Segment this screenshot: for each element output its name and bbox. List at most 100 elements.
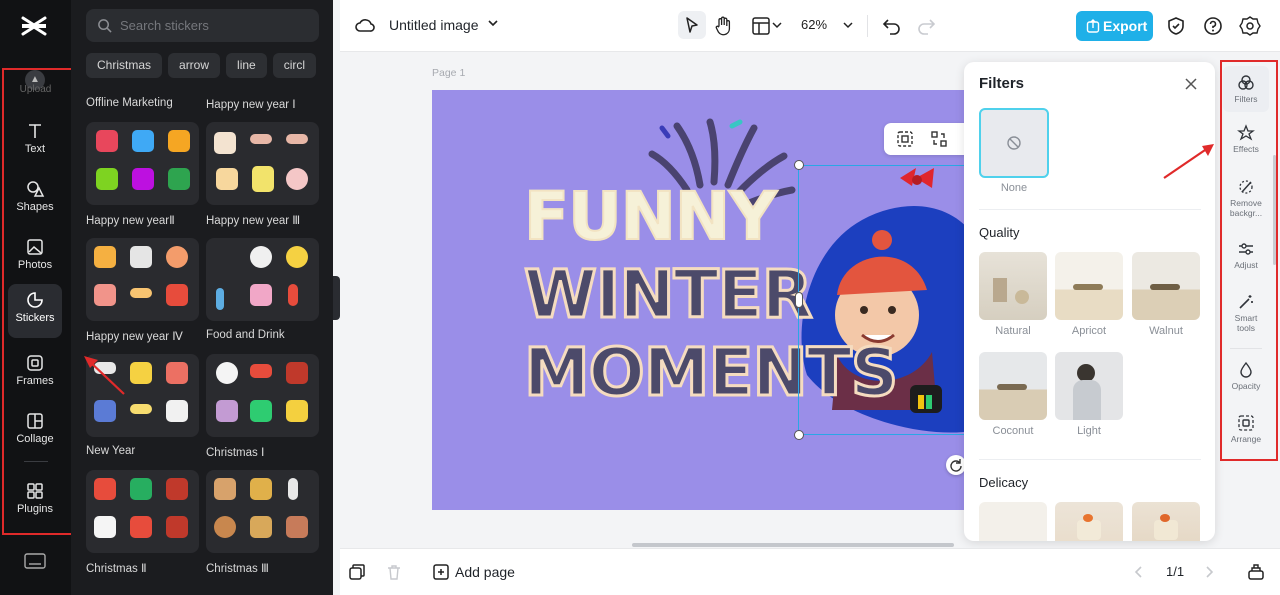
right-rail-filters[interactable]: Filters [1223, 66, 1269, 112]
rail-item-photos[interactable]: Photos [8, 231, 62, 285]
right-rail-remove-background[interactable]: Remove backgr... [1223, 178, 1269, 218]
settings-gear-icon[interactable] [1239, 15, 1261, 37]
section-title: Happy new yearⅡ [86, 215, 175, 227]
headline-line-1[interactable]: FUNNY [523, 177, 778, 256]
keyboard-shortcuts-icon[interactable] [24, 553, 46, 569]
section-title: Offline Marketing [86, 97, 173, 109]
rotate-handle[interactable] [946, 455, 966, 475]
zoom-level[interactable]: 62% [801, 17, 827, 32]
effects-icon [1237, 124, 1255, 141]
chevron-down-icon[interactable] [486, 16, 500, 30]
page-counter: 1/1 [1166, 564, 1185, 579]
replace-icon[interactable] [930, 130, 948, 148]
filter-none[interactable] [979, 108, 1049, 178]
duplicate-page-icon[interactable] [348, 563, 366, 581]
layout-icon[interactable] [750, 15, 772, 37]
undo-icon[interactable] [881, 15, 903, 37]
layout-chevron-down-icon[interactable] [771, 19, 783, 31]
right-rail-label: Filters [1234, 94, 1258, 104]
right-rail-label: Arrange [1230, 434, 1262, 444]
filter-natural[interactable] [979, 252, 1047, 320]
capcut-logo[interactable] [18, 10, 50, 42]
resize-handle-left[interactable] [795, 292, 803, 308]
rail-upload-label: Upload [19, 84, 52, 95]
rail-item-stickers[interactable]: Stickers [8, 284, 62, 338]
section-title: Happy new year Ⅲ [206, 215, 301, 227]
help-icon[interactable] [1202, 15, 1224, 37]
canvas-horizontal-scrollbar[interactable] [632, 543, 954, 547]
cloud-sync-icon[interactable] [354, 15, 376, 37]
sticker-tile[interactable] [206, 122, 319, 205]
filter-delicacy-1[interactable] [979, 502, 1047, 541]
rail-divider [24, 461, 48, 462]
next-page-icon[interactable] [1202, 564, 1216, 580]
filter-coconut[interactable] [979, 352, 1047, 420]
delicacy-section-title: Delicacy [979, 475, 1029, 490]
document-title[interactable]: Untitled image [389, 17, 479, 33]
filter-chips: Christmas arrow line circl [86, 53, 333, 79]
rail-item-frames[interactable]: Frames [8, 347, 62, 401]
sticker-tile[interactable] [206, 354, 319, 437]
right-rail-arrange[interactable]: Arrange [1223, 414, 1269, 444]
sticker-tile[interactable] [86, 354, 199, 437]
add-page-button[interactable]: Add page [455, 564, 515, 580]
panel-collapse-handle[interactable] [333, 276, 340, 320]
search-input[interactable] [120, 9, 310, 42]
shapes-icon [27, 181, 45, 197]
redo-icon[interactable] [915, 15, 937, 37]
cursor-icon [686, 17, 698, 33]
select-tool-button[interactable] [678, 11, 706, 39]
opacity-icon [1240, 361, 1252, 378]
pages-panel-icon[interactable] [1247, 563, 1265, 581]
filters-icon [1238, 75, 1254, 90]
section-title: Christmas Ⅲ [206, 563, 269, 575]
sticker-search [86, 9, 319, 42]
filter-light[interactable] [1055, 352, 1123, 420]
filter-delicacy-3[interactable] [1132, 502, 1200, 541]
chip-arrow[interactable]: arrow [168, 53, 221, 78]
chip-christmas[interactable]: Christmas [86, 53, 163, 78]
right-rail-adjust[interactable]: Adjust [1223, 240, 1269, 270]
rail-item-shapes[interactable]: Shapes [8, 173, 62, 227]
right-rail: Filters Effects Remove backgr... Adjust … [1222, 62, 1270, 458]
delete-page-icon[interactable] [385, 563, 403, 581]
rail-item-plugins[interactable]: Plugins [8, 475, 62, 529]
filter-natural-label: Natural [995, 325, 1031, 337]
rail-item-text[interactable]: Text [8, 115, 62, 169]
sticker-tile[interactable] [86, 470, 199, 553]
sticker-tile[interactable] [86, 238, 199, 321]
left-rail: ▲ Upload Text Shapes Photos Stickers Fra… [0, 0, 71, 595]
rail-item-collage[interactable]: Collage [8, 405, 62, 459]
shield-icon[interactable] [1165, 15, 1187, 37]
right-rail-smart-tools[interactable]: Smart tools [1223, 293, 1269, 333]
sticker-tile[interactable] [86, 122, 199, 205]
none-icon [1007, 136, 1021, 150]
export-button[interactable]: Export [1076, 11, 1153, 41]
resize-handle-top-left[interactable] [794, 160, 804, 170]
selection-box[interactable] [798, 165, 978, 435]
close-icon[interactable] [1183, 76, 1199, 92]
filter-walnut[interactable] [1132, 252, 1200, 320]
rail-item-label: Stickers [15, 312, 55, 324]
hand-tool-icon[interactable] [712, 15, 734, 37]
sticker-tile[interactable] [206, 238, 319, 321]
sticker-tile[interactable] [206, 470, 319, 553]
filter-apricot[interactable] [1055, 252, 1123, 320]
right-rail-opacity[interactable]: Opacity [1223, 361, 1269, 391]
filter-delicacy-2[interactable] [1055, 502, 1123, 541]
plugins-icon [27, 483, 43, 499]
chip-line[interactable]: line [226, 53, 267, 78]
bottom-toolbar: Add page 1/1 [340, 548, 1280, 595]
previous-page-icon[interactable] [1132, 564, 1146, 580]
chip-circle[interactable]: circl [272, 53, 317, 78]
zoom-chevron-down-icon[interactable] [842, 19, 854, 31]
right-rail-scrollbar[interactable] [1273, 155, 1276, 265]
crop-select-icon[interactable] [896, 130, 914, 148]
adjust-icon [1239, 243, 1253, 255]
smart-tools-icon [1239, 295, 1253, 309]
headline-line-2[interactable]: WINTER [523, 255, 815, 335]
right-rail-effects[interactable]: Effects [1223, 124, 1269, 154]
resize-handle-bottom-left[interactable] [794, 430, 804, 440]
right-rail-label: Smart tools [1234, 313, 1258, 333]
add-page-icon[interactable] [432, 563, 450, 581]
